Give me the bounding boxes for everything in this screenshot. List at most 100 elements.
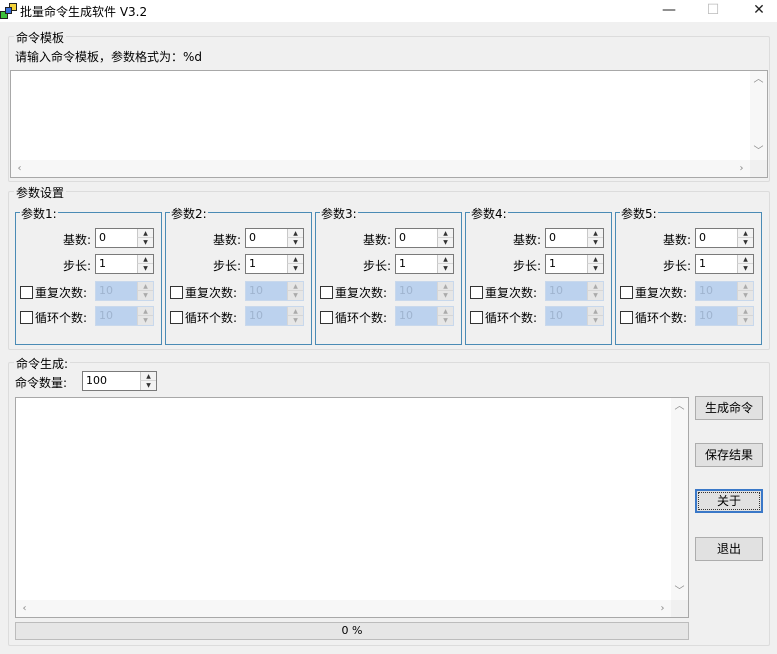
- scroll-right-icon[interactable]: ›: [654, 600, 671, 617]
- spin-up-icon[interactable]: ▲: [587, 229, 603, 238]
- spin-up-icon[interactable]: ▲: [287, 307, 303, 316]
- cycle-spinner[interactable]: 10 ▲ ▼: [545, 306, 604, 326]
- cycle-checkbox[interactable]: [170, 311, 183, 324]
- spin-up-icon[interactable]: ▲: [437, 229, 453, 238]
- repeat-checkbox[interactable]: [20, 286, 33, 299]
- spin-down-icon[interactable]: ▼: [137, 264, 153, 273]
- minimize-button[interactable]: —: [646, 0, 692, 22]
- scroll-left-icon[interactable]: ‹: [11, 160, 28, 177]
- step-spinner[interactable]: 1 ▲ ▼: [95, 254, 154, 274]
- step-spinner[interactable]: 1 ▲ ▼: [695, 254, 754, 274]
- param-group-label: 参数3:: [320, 205, 358, 222]
- spin-down-icon[interactable]: ▼: [737, 291, 753, 300]
- scroll-right-icon[interactable]: ›: [733, 160, 750, 177]
- spin-down-icon[interactable]: ▼: [737, 264, 753, 273]
- cycle-spinner[interactable]: 10 ▲ ▼: [245, 306, 304, 326]
- exit-button[interactable]: 退出: [695, 537, 763, 561]
- spin-down-icon[interactable]: ▼: [587, 316, 603, 325]
- scroll-up-icon[interactable]: ︿: [750, 71, 767, 88]
- base-spinner[interactable]: 0 ▲ ▼: [95, 228, 154, 248]
- spin-down-icon[interactable]: ▼: [437, 291, 453, 300]
- spin-up-icon[interactable]: ▲: [287, 282, 303, 291]
- spin-up-icon[interactable]: ▲: [737, 307, 753, 316]
- base-spinner[interactable]: 0 ▲ ▼: [245, 228, 304, 248]
- cycle-checkbox[interactable]: [620, 311, 633, 324]
- spin-up-icon[interactable]: ▲: [737, 255, 753, 264]
- spin-up-icon[interactable]: ▲: [437, 307, 453, 316]
- spin-down-icon[interactable]: ▼: [437, 264, 453, 273]
- base-spinner[interactable]: 0 ▲ ▼: [545, 228, 604, 248]
- output-hscrollbar[interactable]: ‹ ›: [16, 600, 671, 617]
- step-spinner[interactable]: 1 ▲ ▼: [545, 254, 604, 274]
- output-vscrollbar[interactable]: ︿ ﹀: [671, 398, 688, 600]
- spin-up-icon[interactable]: ▲: [137, 282, 153, 291]
- spin-up-icon[interactable]: ▲: [137, 307, 153, 316]
- base-spinner[interactable]: 0 ▲ ▼: [695, 228, 754, 248]
- spin-down-icon[interactable]: ▼: [137, 316, 153, 325]
- repeat-spinner-value: 10: [399, 284, 413, 297]
- spin-up-icon[interactable]: ▲: [137, 229, 153, 238]
- spin-up-icon[interactable]: ▲: [587, 307, 603, 316]
- spin-down-icon[interactable]: ▼: [287, 238, 303, 247]
- repeat-checkbox[interactable]: [620, 286, 633, 299]
- spin-down-icon[interactable]: ▼: [587, 291, 603, 300]
- scroll-down-icon[interactable]: ﹀: [750, 143, 767, 160]
- spin-down-icon[interactable]: ▼: [737, 238, 753, 247]
- output-textarea[interactable]: ︿ ﹀ ‹ ›: [15, 397, 689, 618]
- maximize-button[interactable]: ☐: [690, 0, 736, 22]
- repeat-label: 重复次数:: [35, 286, 88, 300]
- spin-up-icon[interactable]: ▲: [737, 229, 753, 238]
- spin-up-icon[interactable]: ▲: [587, 255, 603, 264]
- spin-down-icon[interactable]: ▼: [137, 291, 153, 300]
- spin-down-icon[interactable]: ▼: [737, 316, 753, 325]
- base-spinner[interactable]: 0 ▲ ▼: [395, 228, 454, 248]
- generate-button[interactable]: 生成命令: [695, 396, 763, 420]
- spin-down-icon[interactable]: ▼: [287, 291, 303, 300]
- cycle-spinner[interactable]: 10 ▲ ▼: [395, 306, 454, 326]
- repeat-spinner[interactable]: 10 ▲ ▼: [245, 281, 304, 301]
- spin-down-icon[interactable]: ▼: [137, 238, 153, 247]
- spin-down-icon[interactable]: ▼: [287, 316, 303, 325]
- spin-down-icon[interactable]: ▼: [437, 316, 453, 325]
- spin-down-icon[interactable]: ▼: [437, 238, 453, 247]
- spin-up-icon[interactable]: ▲: [737, 282, 753, 291]
- template-vscrollbar[interactable]: ︿ ﹀: [750, 71, 767, 160]
- spin-down-icon[interactable]: ▼: [287, 264, 303, 273]
- repeat-spinner[interactable]: 10 ▲ ▼: [695, 281, 754, 301]
- template-hscrollbar[interactable]: ‹ ›: [11, 160, 750, 177]
- step-spinner[interactable]: 1 ▲ ▼: [395, 254, 454, 274]
- template-input[interactable]: ︿ ﹀ ‹ ›: [10, 70, 768, 178]
- cycle-spinner[interactable]: 10 ▲ ▼: [95, 306, 154, 326]
- spin-up-icon[interactable]: ▲: [287, 229, 303, 238]
- repeat-checkbox[interactable]: [170, 286, 183, 299]
- save-button[interactable]: 保存结果: [695, 443, 763, 467]
- repeat-spinner[interactable]: 10 ▲ ▼: [95, 281, 154, 301]
- spin-down-icon[interactable]: ▼: [587, 238, 603, 247]
- spin-up-icon[interactable]: ▲: [137, 255, 153, 264]
- cycle-spinner[interactable]: 10 ▲ ▼: [695, 306, 754, 326]
- cycle-checkbox[interactable]: [20, 311, 33, 324]
- command-count-spinner[interactable]: 100 ▲ ▼: [82, 371, 157, 391]
- scroll-up-icon[interactable]: ︿: [671, 398, 688, 415]
- repeat-spinner[interactable]: 10 ▲ ▼: [395, 281, 454, 301]
- about-button[interactable]: 关于: [695, 489, 763, 513]
- spin-up-icon[interactable]: ▲: [287, 255, 303, 264]
- spin-up-icon[interactable]: ▲: [140, 372, 156, 381]
- cycle-spinner-value: 10: [549, 309, 563, 322]
- scroll-left-icon[interactable]: ‹: [16, 600, 33, 617]
- step-spinner[interactable]: 1 ▲ ▼: [245, 254, 304, 274]
- scroll-down-icon[interactable]: ﹀: [671, 583, 688, 600]
- spin-down-icon[interactable]: ▼: [587, 264, 603, 273]
- progress-bar: 0 %: [15, 622, 689, 640]
- cycle-checkbox[interactable]: [320, 311, 333, 324]
- repeat-checkbox[interactable]: [470, 286, 483, 299]
- spin-up-icon[interactable]: ▲: [437, 282, 453, 291]
- spin-up-icon[interactable]: ▲: [587, 282, 603, 291]
- spin-up-icon[interactable]: ▲: [437, 255, 453, 264]
- repeat-spinner[interactable]: 10 ▲ ▼: [545, 281, 604, 301]
- repeat-checkbox[interactable]: [320, 286, 333, 299]
- close-button[interactable]: ✕: [736, 0, 777, 22]
- spin-down-icon[interactable]: ▼: [140, 381, 156, 390]
- cycle-checkbox[interactable]: [470, 311, 483, 324]
- command-count-value: 100: [86, 374, 107, 387]
